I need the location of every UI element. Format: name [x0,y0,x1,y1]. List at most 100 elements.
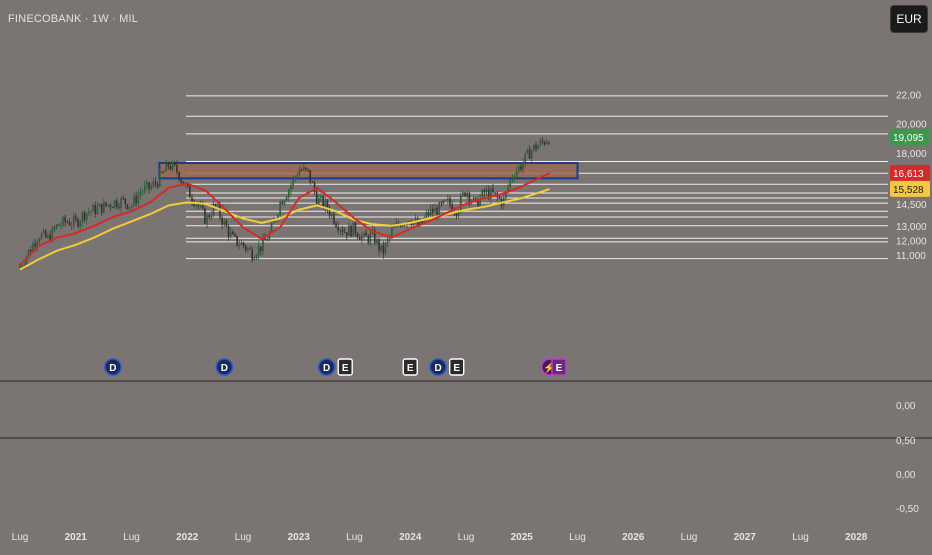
candle-down [436,208,438,216]
price-badge-label: 16,613 [893,169,924,180]
currency-button[interactable]: EUR [890,5,928,33]
dividend-marker-label: D [323,363,330,374]
candle-down [543,141,546,145]
candle-down [148,182,150,189]
time-axis-month-label: Lug [458,532,475,543]
candle-down [343,232,346,233]
candle-down [176,164,178,173]
candle-up [296,174,299,177]
dividend-marker-label: D [109,363,116,374]
candle-up [511,177,514,181]
candle-down [111,207,114,209]
candle-down [115,200,118,207]
time-axis-month-label: Lug [346,532,363,543]
candle-down [29,249,32,252]
candle-up [279,202,281,216]
candle-up [88,212,90,213]
candle-down [307,169,309,171]
chart-area[interactable]: DDDEEDE⚡E22,0020,00018,00016,00014,50013… [0,0,932,550]
candle-down [520,166,522,170]
ma-fast-line[interactable] [19,172,551,266]
candle-up [47,235,49,238]
candle-up [324,200,327,208]
candle-up [481,189,484,198]
time-axis-month-label: Lug [792,532,809,543]
candle-down [244,245,247,250]
candle-up [103,202,105,213]
candle-down [126,204,129,209]
indicator-tick-label: 0,00 [896,470,916,481]
candle-down [333,213,335,224]
candle-down [337,226,339,231]
candle-up [133,196,135,206]
candle-down [68,222,71,226]
candle-up [376,239,378,244]
price-chart[interactable]: DDDEEDE⚡E22,0020,00018,00016,00014,50013… [0,0,932,550]
candle-down [309,170,312,183]
candle-up [42,230,45,234]
candle-up [298,169,301,175]
candle-up [429,208,432,216]
candle-up [79,221,81,227]
candle-down [135,196,137,204]
candle-up [438,202,441,216]
candle-up [472,197,475,201]
candle-up [152,181,155,187]
candle-up [361,235,363,240]
candle-up [444,199,447,201]
candle-up [522,162,524,170]
time-axis-year-label: 2024 [399,532,422,543]
candle-up [199,205,202,207]
candle-down [367,236,370,243]
candle-up [146,182,148,186]
candle-up [283,200,286,205]
candle-down [34,243,36,247]
candle-down [311,182,314,184]
candle-down [57,224,60,226]
candle-up [294,176,296,179]
candle-down [475,197,477,199]
candle-down [249,248,251,250]
candle-down [66,222,69,223]
candle-down [483,189,486,193]
candle-up [393,226,395,229]
candle-down [64,217,66,223]
earnings-marker-label: E [342,363,349,374]
time-axis-month-label: Lug [569,532,586,543]
candle-down [197,204,200,207]
candle-down [358,237,361,240]
earnings-upcoming-marker-label: E [556,363,563,374]
price-tick-label: 14,500 [896,200,927,211]
candle-down [492,188,494,193]
candle-down [300,169,303,171]
candle-up [40,233,43,240]
candle-down [156,183,159,187]
candle-up [150,186,152,189]
candle-up [257,246,260,256]
candle-down [221,217,223,225]
candle-up [113,200,116,208]
candle-up [72,216,75,226]
candle-down [214,204,217,206]
candle-down [178,172,180,180]
candle-up [60,225,62,227]
candle-down [494,192,496,194]
candle-up [485,189,488,193]
price-tick-label: 22,00 [896,90,921,101]
candle-up [447,198,449,200]
time-axis-year-label: 2027 [734,532,757,543]
candle-up [339,229,342,231]
candle-up [223,220,226,225]
candle-up [217,204,219,206]
candle-up [285,197,288,201]
candle-up [107,204,109,206]
candle-up [526,149,529,154]
candle-down [528,149,531,159]
candle-up [255,255,258,259]
candle-up [163,171,165,173]
candle-down [236,235,238,246]
candle-up [363,232,365,236]
candle-up [96,206,99,214]
indicator-tick-label: 0,50 [896,436,916,447]
candle-up [139,191,142,195]
